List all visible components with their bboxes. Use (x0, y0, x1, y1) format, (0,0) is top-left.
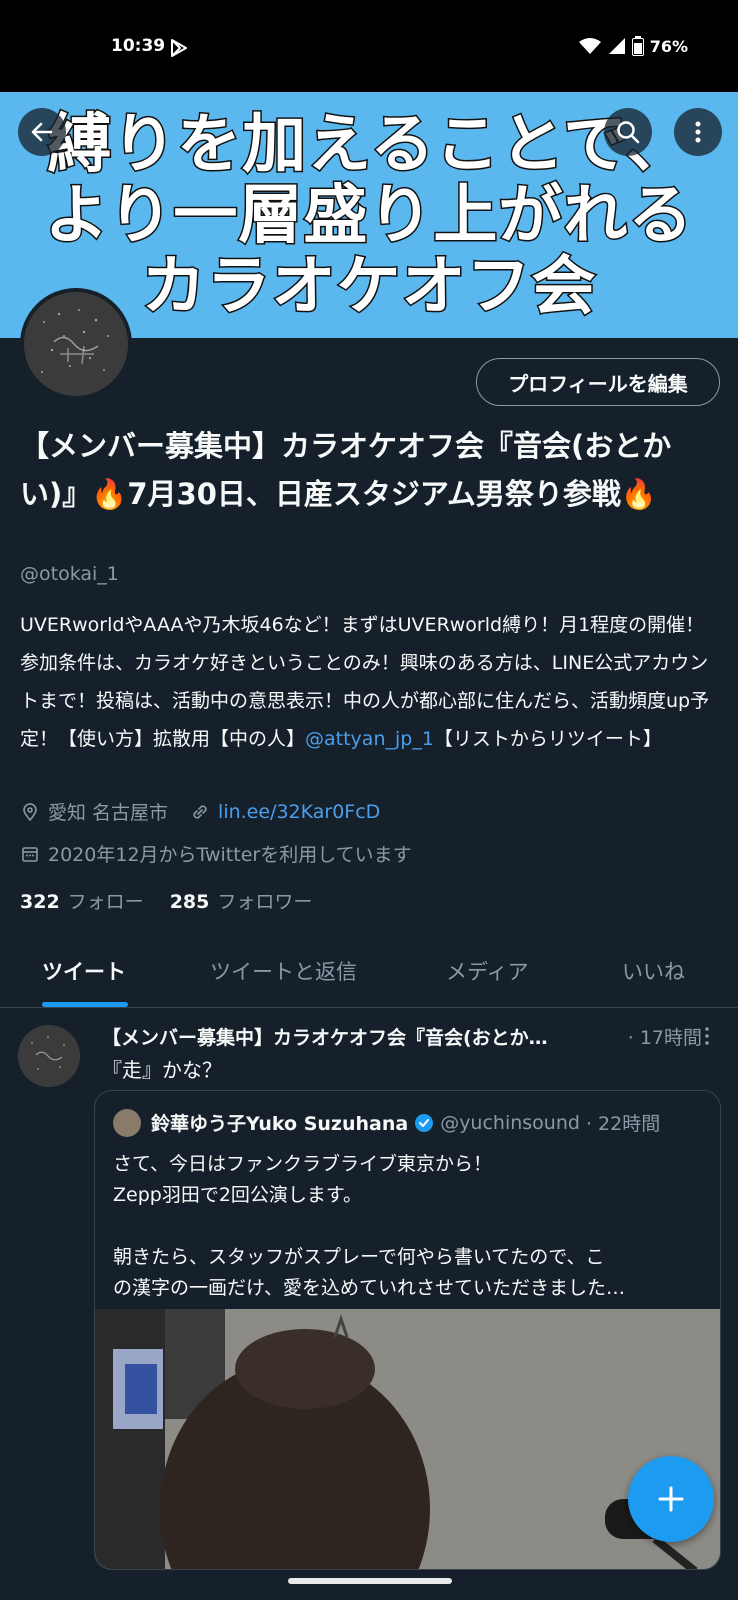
banner-line: より一層盛り上がれる (43, 179, 694, 253)
search-icon (617, 121, 640, 144)
profile-joined: 2020年12月からTwitterを利用しています (48, 844, 412, 866)
play-store-icon (171, 39, 187, 57)
profile-handle: @otokai_1 (20, 563, 119, 585)
tab-likes[interactable]: いいね (622, 956, 685, 986)
quoted-text-line: 朝きたら、スタッフがスプレーで何やら書いてたので、こ (113, 1246, 605, 1268)
tab-tweets[interactable]: ツイート (42, 956, 126, 986)
search-button[interactable] (604, 108, 652, 156)
back-button[interactable] (18, 108, 66, 156)
tweet-header: 【メンバー募集中】カラオケオフ会『音会(おとか… · 17時間 (102, 1023, 702, 1050)
avatar-image (24, 292, 128, 396)
bio-mention-link[interactable]: @attyan_jp_1 (305, 728, 434, 750)
link-icon (193, 804, 207, 819)
wifi-icon (578, 38, 601, 54)
tweet-text: 『走』かな？ (102, 1058, 222, 1082)
calendar-icon (22, 846, 38, 862)
profile-website-link[interactable]: lin.ee/32Kar0FcD (218, 801, 380, 823)
profile-bio: UVERworldやAAAや乃木坂46など！まずはUVERworld縛り！月1程… (20, 606, 720, 758)
tweet-more-icon[interactable] (700, 1026, 714, 1048)
edit-profile-button[interactable]: プロフィールを編集 (476, 358, 720, 406)
profile-location: 愛知 名古屋市 (48, 802, 169, 824)
following-link[interactable]: 322 フォロー (20, 887, 144, 914)
tab-media[interactable]: メディア (446, 956, 529, 986)
status-time: 10:39 (111, 36, 166, 56)
quoted-header: 鈴華ゆう子Yuko Suzuhana @yuchinsound · 22時間 (151, 1109, 660, 1136)
location-pin-icon (23, 802, 37, 821)
followers-link[interactable]: 285 フォロワー (170, 887, 313, 914)
quoted-media-photo[interactable] (95, 1309, 720, 1569)
more-options-button[interactable] (674, 108, 722, 156)
followers-label: フォロワー (217, 891, 313, 913)
quoted-handle: @yuchinsound (440, 1111, 580, 1134)
more-vertical-icon (695, 121, 701, 143)
quoted-text-line: の漢字の一画だけ、愛を込めていれさせていただきました… (113, 1277, 626, 1299)
active-tab-indicator (42, 1002, 128, 1007)
profile-meta-location-row: 愛知 名古屋市 lin.ee/32Kar0FcD (20, 798, 380, 825)
tweet-time: · 17時間 (623, 1023, 702, 1050)
photo-image (95, 1309, 720, 1569)
status-bar: 10:39 76% (0, 0, 738, 92)
verified-badge-icon (415, 1113, 434, 1132)
tab-tweets-and-replies[interactable]: ツイートと返信 (210, 956, 357, 986)
tweet-avatar-image (18, 1025, 80, 1087)
tweet-avatar[interactable] (18, 1025, 80, 1087)
bio-tail: 【リストからリツイート】 (433, 728, 662, 750)
compose-tweet-button[interactable] (628, 1456, 714, 1542)
back-arrow-icon (31, 122, 53, 142)
quoted-text-line (113, 1211, 705, 1242)
followers-count: 285 (169, 891, 210, 913)
profile-tabs: ツイート ツイートと返信 メディア いいね (0, 938, 738, 1008)
quoted-author-name: 鈴華ゆう子Yuko Suzuhana (151, 1113, 409, 1135)
follow-stats: 322 フォロー 285 フォロワー (20, 887, 312, 914)
status-indicators: 76% (578, 36, 688, 56)
profile-avatar[interactable] (20, 288, 132, 400)
following-count: 322 (20, 891, 60, 913)
battery-icon (631, 36, 644, 56)
home-gesture-bar[interactable] (288, 1578, 452, 1584)
profile-meta-joined-row: 2020年12月からTwitterを利用しています (20, 840, 412, 867)
tweet-author-name[interactable]: 【メンバー募集中】カラオケオフ会『音会(おとか… (102, 1027, 548, 1049)
quoted-avatar (113, 1109, 141, 1137)
following-label: フォロー (67, 891, 144, 913)
quoted-tweet[interactable]: 鈴華ゆう子Yuko Suzuhana @yuchinsound · 22時間 さ… (94, 1090, 721, 1570)
battery-percent: 76% (649, 36, 688, 56)
quoted-text-line: さて、今日はファンクラブライブ東京から！ (113, 1153, 493, 1175)
quoted-time: · 22時間 (585, 1113, 661, 1135)
profile-name: 【メンバー募集中】カラオケオフ会『音会(おとかい)』🔥7月30日、日産スタジアム… (20, 429, 672, 511)
quoted-text-line: Zepp羽田で2回公演します。 (113, 1184, 363, 1206)
quoted-text: さて、今日はファンクラブライブ東京から！ Zepp羽田で2回公演します。 朝きた… (113, 1149, 705, 1304)
signal-icon (608, 38, 625, 54)
plus-icon (658, 1486, 684, 1512)
